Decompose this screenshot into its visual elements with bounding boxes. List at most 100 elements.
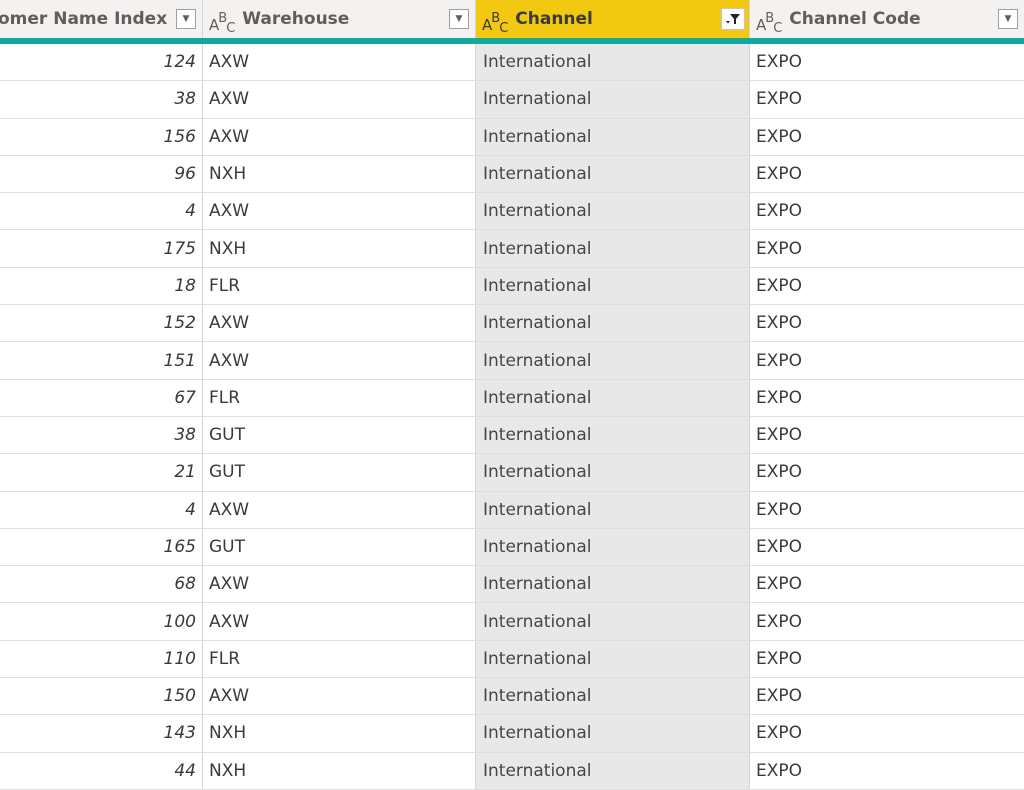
cell-channel-code[interactable]: EXPO [750, 119, 1024, 155]
cell-customer-name-index[interactable]: 38 [0, 81, 203, 118]
cell-customer-name-index[interactable]: 150 [0, 678, 203, 715]
cell-customer-name-index[interactable]: 21 [0, 454, 203, 491]
cell-customer-name-index[interactable]: 156 [0, 118, 203, 155]
cell-warehouse[interactable]: AXW [203, 305, 476, 342]
cell-customer-name-index[interactable]: 100 [0, 603, 203, 640]
cell-customer-name-index[interactable]: 143 [0, 715, 203, 752]
table-row[interactable]: 150 AXW International EXPO [0, 678, 1024, 716]
cell-customer-name-index[interactable]: 124 [0, 44, 203, 81]
cell-customer-name-index[interactable]: 96 [0, 155, 203, 193]
cell-channel[interactable]: International [476, 342, 750, 379]
table-row[interactable]: 100 AXW International EXPO [0, 603, 1024, 641]
cell-channel-code[interactable]: EXPO [750, 81, 1024, 117]
cell-channel[interactable]: International [476, 715, 750, 752]
cell-channel-code[interactable]: EXPO [750, 641, 1024, 677]
cell-channel[interactable]: International [476, 230, 750, 267]
cell-channel-code[interactable]: EXPO [750, 454, 1024, 490]
column-header-channel-code[interactable]: ABC Channel Code ▼ [750, 0, 1024, 38]
cell-warehouse[interactable]: AXW [203, 566, 476, 603]
cell-customer-name-index[interactable]: 67 [0, 379, 203, 416]
table-row[interactable]: 165 GUT International EXPO [0, 528, 1024, 567]
column-header-customer-name-index[interactable]: omer Name Index ▼ [0, 0, 203, 38]
cell-channel[interactable]: International [476, 491, 750, 528]
cell-channel[interactable]: International [476, 603, 750, 640]
cell-channel[interactable]: International [476, 118, 750, 155]
cell-channel[interactable]: International [476, 379, 750, 416]
cell-channel-code[interactable]: EXPO [750, 417, 1024, 453]
cell-channel[interactable]: International [476, 267, 750, 305]
cell-warehouse[interactable]: AXW [203, 193, 476, 230]
cell-channel[interactable]: International [476, 454, 750, 491]
cell-channel[interactable]: International [476, 416, 750, 454]
cell-customer-name-index[interactable]: 152 [0, 305, 203, 342]
column-header-warehouse[interactable]: ABC Warehouse ▼ [203, 0, 476, 38]
table-row[interactable]: 96 NXH International EXPO [0, 155, 1024, 194]
cell-channel-code[interactable]: EXPO [750, 342, 1024, 378]
cell-warehouse[interactable]: AXW [203, 81, 476, 118]
cell-customer-name-index[interactable]: 44 [0, 752, 203, 789]
cell-channel-code[interactable]: EXPO [750, 380, 1024, 416]
table-row[interactable]: 4 AXW International EXPO [0, 193, 1024, 231]
table-row[interactable]: 67 FLR International EXPO [0, 379, 1024, 417]
table-row[interactable]: 68 AXW International EXPO [0, 566, 1024, 604]
cell-customer-name-index[interactable]: 38 [0, 416, 203, 454]
cell-customer-name-index[interactable]: 68 [0, 566, 203, 603]
cell-warehouse[interactable]: NXH [203, 155, 476, 193]
column-dropdown-button[interactable]: ▼ [176, 9, 196, 29]
cell-channel[interactable]: International [476, 193, 750, 230]
cell-channel[interactable]: International [476, 81, 750, 118]
cell-channel-code[interactable]: EXPO [750, 230, 1024, 266]
cell-customer-name-index[interactable]: 18 [0, 267, 203, 305]
cell-warehouse[interactable]: GUT [203, 528, 476, 566]
cell-customer-name-index[interactable]: 165 [0, 528, 203, 566]
cell-customer-name-index[interactable]: 151 [0, 342, 203, 379]
cell-warehouse[interactable]: FLR [203, 379, 476, 416]
cell-channel-code[interactable]: EXPO [750, 44, 1024, 80]
table-row[interactable]: 4 AXW International EXPO [0, 491, 1024, 529]
cell-channel-code[interactable]: EXPO [750, 305, 1024, 341]
cell-channel-code[interactable]: EXPO [750, 529, 1024, 565]
cell-warehouse[interactable]: AXW [203, 44, 476, 81]
cell-channel[interactable]: International [476, 752, 750, 789]
cell-channel-code[interactable]: EXPO [750, 678, 1024, 714]
cell-channel[interactable]: International [476, 44, 750, 81]
table-row[interactable]: 124 AXW International EXPO [0, 44, 1024, 82]
table-row[interactable]: 151 AXW International EXPO [0, 342, 1024, 380]
table-row[interactable]: 110 FLR International EXPO [0, 640, 1024, 679]
cell-channel[interactable]: International [476, 155, 750, 193]
table-row[interactable]: 38 GUT International EXPO [0, 416, 1024, 455]
cell-channel[interactable]: International [476, 640, 750, 678]
cell-warehouse[interactable]: NXH [203, 230, 476, 267]
cell-channel-code[interactable]: EXPO [750, 715, 1024, 751]
cell-customer-name-index[interactable]: 175 [0, 230, 203, 267]
table-row[interactable]: 152 AXW International EXPO [0, 305, 1024, 343]
column-filter-button[interactable] [721, 8, 745, 30]
cell-channel[interactable]: International [476, 566, 750, 603]
cell-warehouse[interactable]: AXW [203, 603, 476, 640]
cell-customer-name-index[interactable]: 4 [0, 491, 203, 528]
cell-warehouse[interactable]: FLR [203, 640, 476, 678]
cell-channel[interactable]: International [476, 528, 750, 566]
cell-channel-code[interactable]: EXPO [750, 492, 1024, 528]
cell-warehouse[interactable]: FLR [203, 267, 476, 305]
cell-warehouse[interactable]: GUT [203, 416, 476, 454]
cell-warehouse[interactable]: AXW [203, 678, 476, 715]
cell-channel-code[interactable]: EXPO [750, 193, 1024, 229]
cell-customer-name-index[interactable]: 110 [0, 640, 203, 678]
cell-warehouse[interactable]: AXW [203, 491, 476, 528]
table-row[interactable]: 21 GUT International EXPO [0, 454, 1024, 492]
table-row[interactable]: 44 NXH International EXPO [0, 752, 1024, 790]
table-row[interactable]: 18 FLR International EXPO [0, 267, 1024, 306]
cell-warehouse[interactable]: NXH [203, 752, 476, 789]
cell-warehouse[interactable]: NXH [203, 715, 476, 752]
cell-warehouse[interactable]: AXW [203, 342, 476, 379]
cell-channel[interactable]: International [476, 305, 750, 342]
table-row[interactable]: 156 AXW International EXPO [0, 118, 1024, 156]
table-row[interactable]: 175 NXH International EXPO [0, 230, 1024, 268]
column-header-channel[interactable]: ABC Channel [476, 0, 750, 38]
column-dropdown-button[interactable]: ▼ [998, 9, 1018, 29]
cell-warehouse[interactable]: GUT [203, 454, 476, 491]
table-row[interactable]: 143 NXH International EXPO [0, 715, 1024, 753]
column-dropdown-button[interactable]: ▼ [449, 9, 469, 29]
cell-channel-code[interactable]: EXPO [750, 603, 1024, 639]
